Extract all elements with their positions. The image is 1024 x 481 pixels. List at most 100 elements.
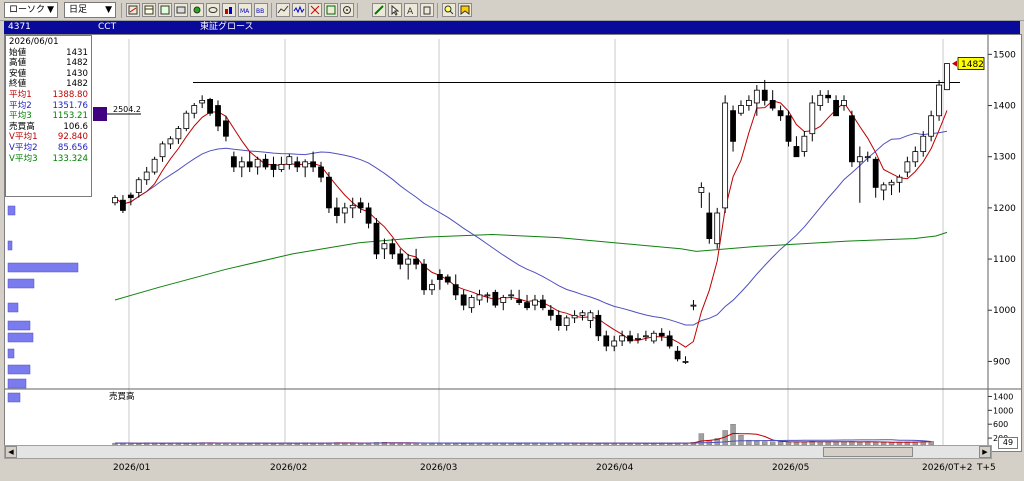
candle-body [151, 158, 158, 173]
candle-body [650, 332, 657, 342]
toolbar-divider [357, 3, 358, 18]
scroll-thumb[interactable] [823, 447, 913, 457]
chevron-down-icon: ▼ [105, 5, 112, 15]
grid-icon[interactable] [158, 3, 172, 17]
info-row-value: 1351.76 [52, 100, 88, 111]
settings-icon[interactable] [340, 3, 354, 17]
candle-body [912, 151, 919, 163]
info-row: 売買高 106.6 [9, 122, 88, 133]
svg-text:A: A [407, 7, 414, 16]
info-row: V平均2 85.656 [9, 143, 88, 154]
trendline-icon[interactable] [276, 3, 290, 17]
ma-icon[interactable]: MA [238, 3, 252, 17]
cross-icon[interactable] [308, 3, 322, 17]
candle-body [928, 115, 935, 137]
candle-body [785, 115, 792, 142]
text-icon[interactable]: A [404, 3, 418, 17]
date-label: 2026/01 [113, 463, 151, 473]
info-row: 始値 1431 [9, 48, 88, 59]
chart-icon[interactable] [126, 3, 140, 17]
toolbar-divider [437, 3, 438, 18]
svg-text:BB: BB [256, 8, 264, 15]
candle-body [349, 204, 356, 209]
candle-body [833, 100, 839, 117]
candle-body [318, 166, 324, 178]
volume-profile-bar [7, 320, 31, 331]
horizontal-scrollbar[interactable]: ◀ ▶ [4, 445, 992, 459]
bookmark-icon[interactable] [458, 3, 472, 17]
candle-body [175, 128, 182, 140]
print-icon[interactable] [174, 3, 188, 17]
period-label: 日足 [69, 5, 88, 15]
pen-icon[interactable] [372, 3, 386, 17]
info-row-label: V平均2 [9, 142, 38, 153]
info-row: 終値 1482 [9, 79, 88, 90]
candle-body [682, 361, 689, 363]
candle-body [413, 258, 420, 265]
chart-type-label: ローソク [9, 5, 46, 15]
candle-body [444, 276, 451, 283]
candle-body [333, 207, 340, 216]
candle-body [761, 89, 768, 101]
candle-body [516, 299, 523, 303]
volume-profile-bar [7, 262, 79, 273]
eye-icon[interactable] [206, 3, 220, 17]
compare-icon[interactable] [324, 3, 338, 17]
wave-icon[interactable] [292, 3, 306, 17]
candle-body [207, 98, 213, 114]
scroll-right-icon[interactable]: ▶ [979, 446, 991, 458]
date-axis: 2026/01 2026/02 2026/03 2026/04 2026/05 2026/… [0, 460, 1024, 481]
candle-body [508, 294, 515, 297]
candle-body [215, 105, 221, 127]
candle-body [587, 312, 594, 321]
ma2-line [114, 130, 948, 326]
chevron-down-icon: ▼ [47, 5, 54, 15]
candle-body [484, 294, 491, 297]
chart-type-dropdown[interactable]: ローソク ▼ [4, 2, 58, 18]
candle-body [658, 332, 665, 337]
column-icon[interactable] [222, 3, 236, 17]
candle-body [801, 135, 808, 152]
info-row-value: 92.840 [57, 132, 88, 143]
trash-icon[interactable] [420, 3, 434, 17]
bb-icon[interactable]: BB [254, 3, 268, 17]
volume-profile-bar [7, 302, 19, 313]
candle-body [326, 176, 332, 209]
candle-body [294, 161, 301, 168]
info-row: 平均1 1388.80 [9, 90, 88, 101]
chart-canvas[interactable]: 1500 1400 1300 1200 1100 1000 900 1400 1000 600 20… [5, 35, 1021, 451]
candle-body [238, 161, 245, 168]
candle-body [492, 291, 499, 306]
candle-body [936, 84, 942, 117]
magnifier-icon[interactable] [442, 3, 456, 17]
volume-profile-bar [7, 348, 15, 359]
chart-frame: 1500 1400 1300 1200 1100 1000 900 1400 1000 600 20… [4, 34, 1022, 452]
volume-ma1-line [114, 432, 932, 444]
stock-name: CCT [98, 22, 117, 32]
last-price-arrow [952, 60, 957, 67]
candle-body [746, 100, 752, 106]
candle-body [611, 340, 618, 347]
info-row-value: 1482 [66, 79, 88, 90]
candle-body [730, 110, 736, 142]
candle-body [452, 284, 459, 296]
volume-axis-label: 1000 [993, 406, 1013, 415]
table-icon[interactable] [142, 3, 156, 17]
cursor-icon[interactable] [388, 3, 402, 17]
candle-body [674, 350, 681, 360]
toolbar-divider [271, 3, 272, 18]
volume-axis-label: 600 [993, 420, 1008, 429]
period-dropdown[interactable]: 日足 ▼ [64, 2, 116, 18]
drawing-tool-icon[interactable] [190, 3, 204, 17]
scroll-left-icon[interactable]: ◀ [5, 446, 17, 458]
candle-body [223, 120, 229, 137]
zoom-level[interactable]: 49 [998, 437, 1018, 449]
candle-body [880, 184, 887, 191]
price-axis-label: 1000 [993, 306, 1016, 316]
info-row: 安値 1430 [9, 69, 88, 80]
candle-body [183, 112, 190, 129]
info-row-value: 1431 [66, 47, 88, 58]
candle-body [524, 302, 530, 309]
candle-body [476, 294, 483, 301]
candle-body [120, 199, 126, 211]
